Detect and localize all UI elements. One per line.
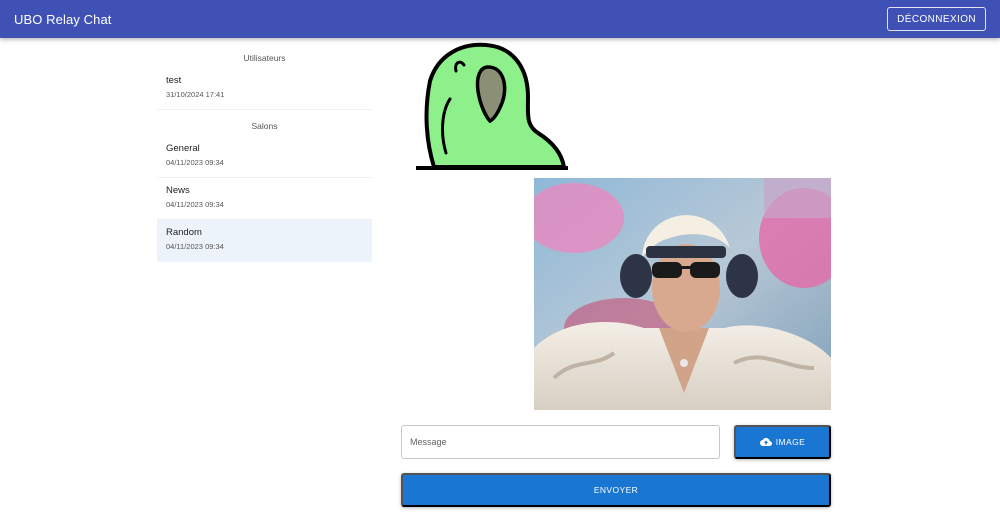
sidebar: Utilisateurs test 31/10/2024 17:41 Salon…	[157, 48, 372, 262]
room-date: 04/11/2023 09:34	[166, 242, 224, 251]
room-item-random[interactable]: Random 04/11/2023 09:34	[157, 220, 372, 262]
room-item-general[interactable]: General 04/11/2023 09:34	[157, 136, 372, 178]
app-bar: UBO Relay Chat DÉCONNEXION	[0, 0, 1000, 38]
message-input[interactable]	[401, 425, 720, 459]
user-item-test[interactable]: test 31/10/2024 17:41	[157, 68, 372, 110]
room-name: News	[166, 185, 190, 196]
room-name: Random	[166, 227, 202, 238]
room-date: 04/11/2023 09:34	[166, 200, 224, 209]
gif-image	[534, 178, 831, 410]
rooms-section-header: Salons	[251, 121, 278, 131]
cloud-upload-icon	[759, 438, 772, 446]
user-date: 31/10/2024 17:41	[166, 90, 225, 99]
user-name: test	[166, 75, 182, 86]
logout-button[interactable]: DÉCONNEXION	[887, 7, 986, 31]
room-name: General	[166, 143, 200, 154]
users-section-header: Utilisateurs	[243, 53, 286, 63]
upload-image-label: IMAGE	[775, 437, 806, 447]
upload-image-button[interactable]: IMAGE	[734, 425, 831, 459]
app-title: UBO Relay Chat	[14, 11, 112, 27]
message-area	[400, 38, 832, 413]
send-button[interactable]: ENVOYER	[401, 473, 831, 507]
room-item-news[interactable]: News 04/11/2023 09:34	[157, 178, 372, 220]
parrot-sticker-image	[416, 42, 568, 170]
room-date: 04/11/2023 09:34	[166, 158, 224, 167]
